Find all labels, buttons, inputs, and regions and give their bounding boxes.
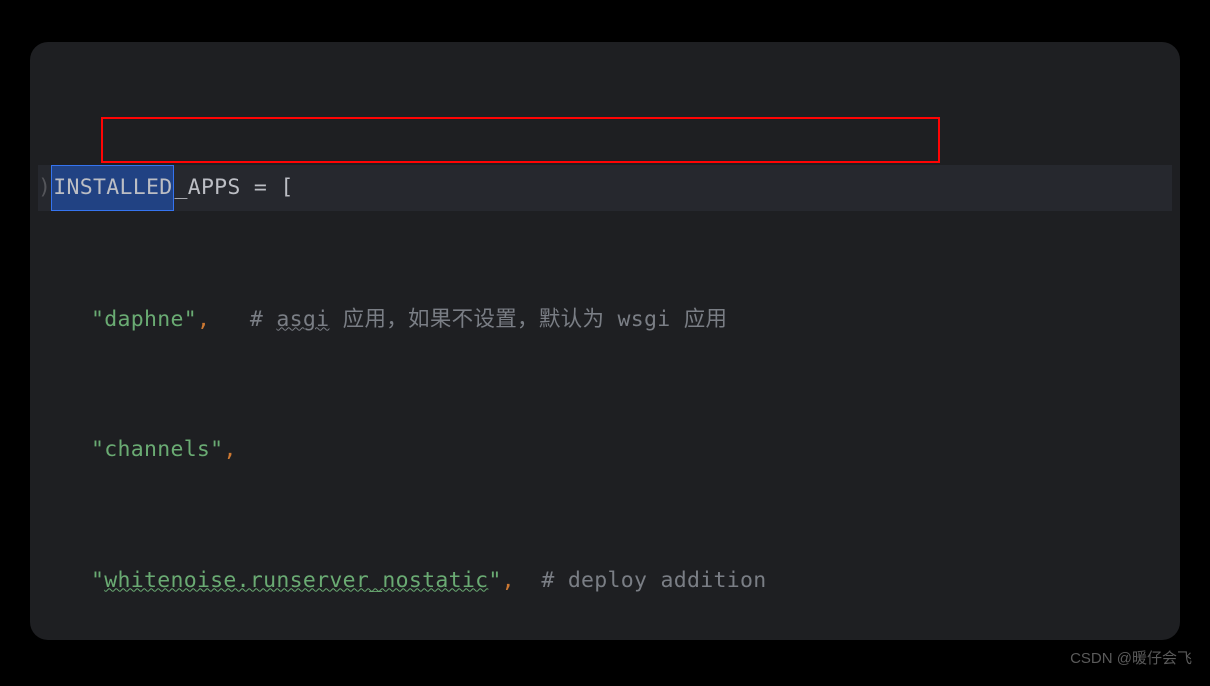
string-literal: "whitenoise.runserver_nostatic"	[91, 568, 502, 593]
indent	[38, 437, 91, 462]
code-line-3[interactable]: "channels",	[38, 428, 1172, 472]
comma: ,	[197, 307, 210, 332]
indent	[38, 307, 91, 332]
string-literal: "channels"	[91, 437, 223, 462]
comma: ,	[502, 568, 515, 593]
comment: # deploy addition	[541, 568, 766, 593]
identifier: _APPS = [	[174, 175, 293, 200]
spaces	[210, 307, 250, 332]
indent	[38, 568, 91, 593]
watermark-text: CSDN @暖仔会飞	[1070, 647, 1192, 668]
comment: # asgi 应用，如果不设置，默认为 wsgi 应用	[250, 307, 727, 332]
spaces	[515, 568, 542, 593]
code-content[interactable]: )INSTALLED_APPS = [ "daphne", # asgi 应用，…	[38, 78, 1172, 640]
comma: ,	[223, 437, 236, 462]
text-selection[interactable]: INSTALLED	[51, 165, 174, 211]
string-literal: "daphne"	[91, 307, 197, 332]
code-editor-window: )INSTALLED_APPS = [ "daphne", # asgi 应用，…	[30, 42, 1180, 640]
gutter-marker: )	[38, 175, 51, 200]
code-line-4[interactable]: "whitenoise.runserver_nostatic", # deplo…	[38, 559, 1172, 603]
code-line-1[interactable]: )INSTALLED_APPS = [	[38, 165, 1172, 211]
code-line-2[interactable]: "daphne", # asgi 应用，如果不设置，默认为 wsgi 应用	[38, 298, 1172, 342]
